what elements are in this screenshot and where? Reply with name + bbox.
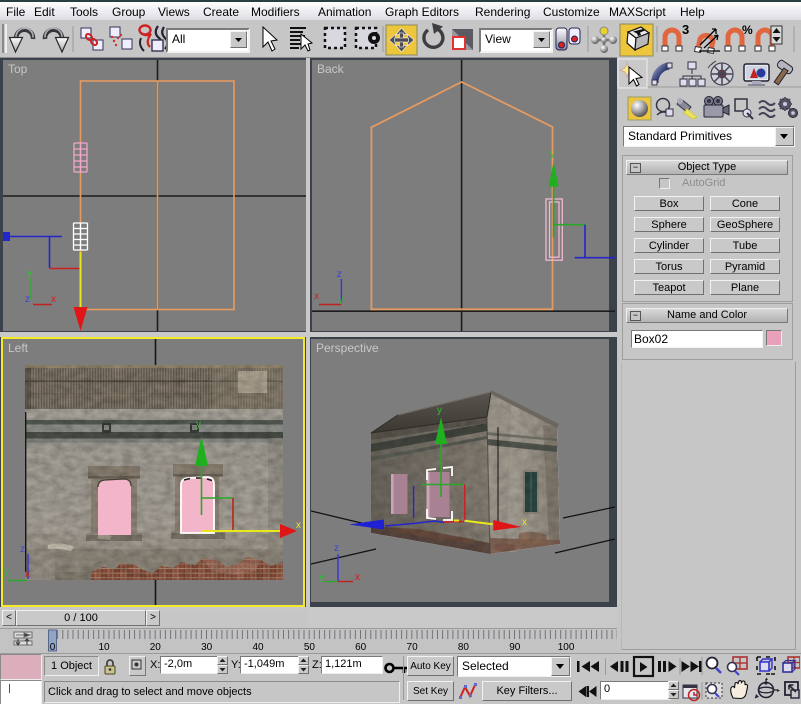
svg-text:y: y — [196, 419, 201, 430]
svg-text:z: z — [20, 544, 25, 555]
svg-text:z: z — [25, 294, 30, 305]
svg-text:%: % — [742, 23, 753, 37]
svg-text:20: 20 — [150, 642, 162, 653]
svg-text:y: y — [27, 268, 32, 279]
svg-text:3: 3 — [682, 22, 689, 37]
svg-text:y: y — [319, 572, 324, 583]
svg-text:x: x — [355, 572, 360, 583]
svg-text:y: y — [4, 567, 9, 578]
svg-text:x: x — [296, 520, 301, 531]
svg-text:0: 0 — [50, 642, 56, 653]
svg-text:x: x — [51, 294, 56, 305]
svg-text:x: x — [25, 569, 30, 580]
svg-text:100: 100 — [558, 642, 575, 653]
svg-text:x: x — [314, 291, 319, 302]
svg-text:z: z — [337, 269, 342, 280]
svg-text:y: y — [437, 405, 442, 416]
svg-text:y: y — [550, 149, 555, 160]
svg-text:10: 10 — [98, 642, 110, 653]
svg-text:x: x — [522, 517, 527, 528]
svg-text:50: 50 — [304, 642, 316, 653]
svg-text:z: z — [334, 543, 339, 554]
svg-text:60: 60 — [355, 642, 367, 653]
svg-text:70: 70 — [407, 642, 419, 653]
svg-text:80: 80 — [458, 642, 470, 653]
svg-text:90: 90 — [509, 642, 521, 653]
svg-text:30: 30 — [201, 642, 213, 653]
svg-text:40: 40 — [252, 642, 264, 653]
